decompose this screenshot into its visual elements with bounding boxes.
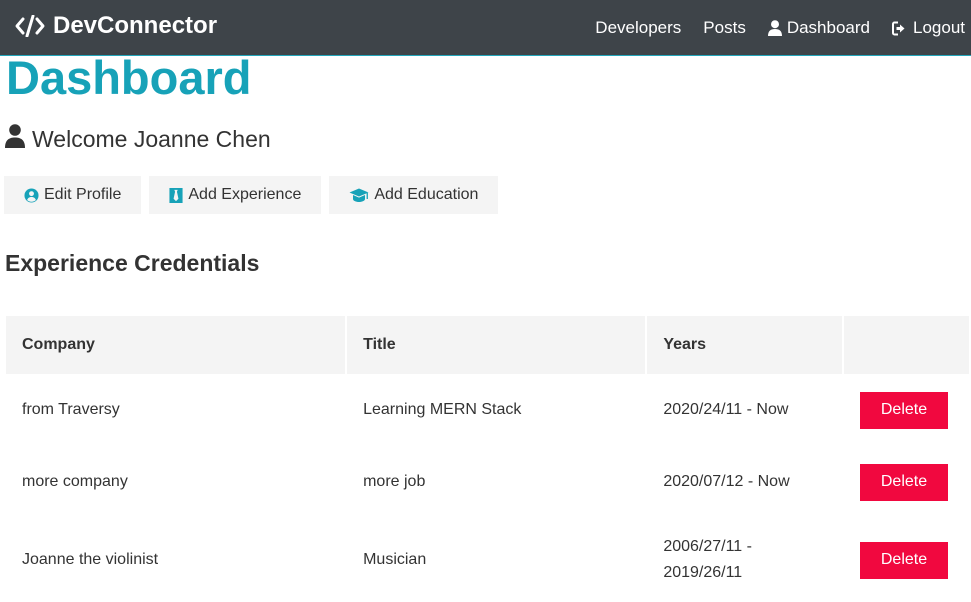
nav-developers-link[interactable]: Developers: [595, 18, 681, 38]
delete-button[interactable]: Delete: [859, 463, 948, 501]
welcome-message: Welcome Joanne Chen: [5, 124, 271, 154]
years-cell: 2020/24/11 - Now: [663, 401, 789, 418]
title-cell: more job: [363, 473, 426, 490]
experience-table: Company Title Years from Traversy Learni…: [4, 316, 971, 602]
experience-heading: Experience Credentials: [5, 250, 260, 276]
title-cell: Musician: [363, 551, 427, 568]
column-header-years: Years: [647, 316, 842, 374]
sign-out-icon: [892, 21, 908, 36]
action-cell: Delete: [844, 518, 969, 602]
action-cell: Delete: [844, 446, 969, 518]
years-cell: 2006/27/11 - 2019/26/11: [647, 518, 842, 602]
years-start: 2006/27/11 -: [663, 538, 752, 555]
edit-profile-label: Edit Profile: [44, 186, 122, 203]
nav-links: Developers Posts Dashboard Logout: [573, 0, 965, 56]
action-cell: Delete: [844, 374, 969, 446]
edit-profile-button[interactable]: Edit Profile: [4, 176, 142, 214]
navbar: DevConnector Developers Posts Dashboard: [0, 0, 971, 56]
add-education-button[interactable]: Add Education: [329, 176, 499, 214]
user-icon: [767, 20, 782, 36]
page-title: Dashboard: [6, 51, 252, 104]
column-header-title: Title: [347, 316, 646, 374]
column-header-company: Company: [6, 316, 346, 374]
table-header-row: Company Title Years: [6, 316, 969, 374]
nav-logout-label: Logout: [913, 18, 965, 37]
code-icon: [15, 15, 45, 37]
add-education-label: Add Education: [374, 186, 479, 203]
company-cell: Joanne the violinist: [22, 551, 159, 568]
black-tie-icon: [169, 187, 183, 203]
years-cell: 2020/07/12 - Now: [663, 473, 790, 490]
delete-button[interactable]: Delete: [859, 541, 948, 579]
graduation-cap-icon: [349, 188, 369, 203]
nav-dashboard-label: Dashboard: [786, 18, 870, 37]
nav-developers-label: Developers: [595, 18, 682, 37]
nav-posts-link[interactable]: Posts: [703, 18, 746, 38]
years-end: 2019/26/11: [663, 564, 743, 581]
title-cell: Learning MERN Stack: [363, 401, 522, 418]
welcome-text: Welcome Joanne Chen: [32, 125, 271, 152]
table-row: more company more job 2020/07/12 - Now D…: [6, 446, 969, 518]
table-row: from Traversy Learning MERN Stack 2020/2…: [6, 374, 969, 446]
user-circle-icon: [24, 187, 39, 203]
nav-logout-link[interactable]: Logout: [892, 18, 965, 38]
add-experience-button[interactable]: Add Experience: [149, 176, 322, 214]
brand-label: DevConnector: [53, 12, 218, 39]
column-header-action: [843, 316, 969, 374]
user-icon: [5, 124, 25, 154]
brand-link[interactable]: DevConnector: [15, 12, 217, 40]
dashboard-actions: Edit Profile Add Experience Add Educatio…: [4, 176, 499, 214]
add-experience-label: Add Experience: [188, 186, 302, 203]
delete-button[interactable]: Delete: [859, 391, 948, 429]
table-row: Joanne the violinist Musician 2006/27/11…: [6, 518, 969, 602]
nav-posts-label: Posts: [703, 18, 746, 37]
company-cell: from Traversy: [22, 401, 120, 418]
nav-dashboard-link[interactable]: Dashboard: [767, 18, 870, 38]
company-cell: more company: [22, 473, 128, 490]
